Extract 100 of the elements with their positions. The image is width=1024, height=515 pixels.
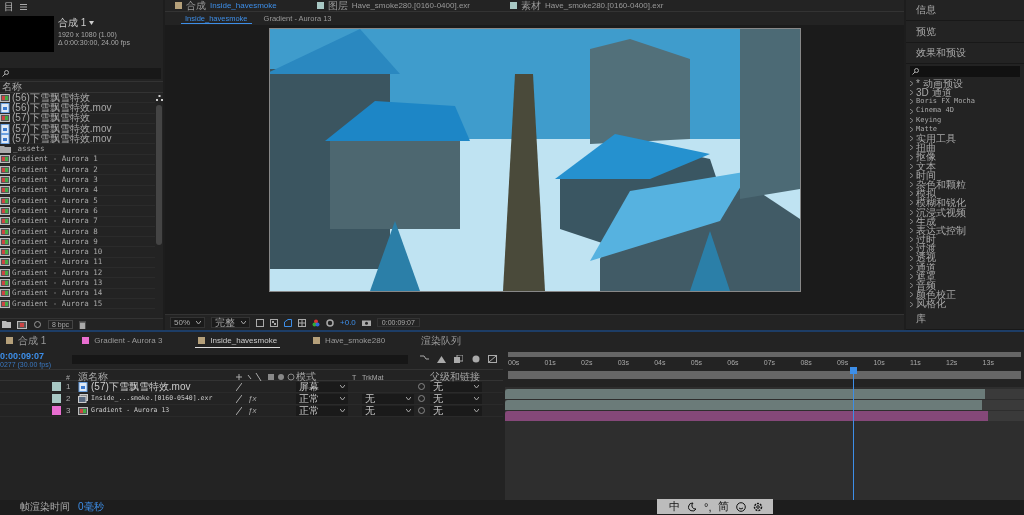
composition-icon xyxy=(0,279,10,287)
composition-icon xyxy=(0,227,10,236)
chevron-icon xyxy=(406,409,411,412)
input-mode-button[interactable]: 中 xyxy=(669,499,680,514)
layer-number: 3 xyxy=(66,406,72,415)
chevron-icon xyxy=(474,397,479,400)
label-color[interactable] xyxy=(52,394,61,403)
timeline-tab[interactable]: Gradient - Aurora 3 xyxy=(79,334,166,347)
parent-dropdown[interactable]: 无 xyxy=(430,393,482,404)
composition-icon xyxy=(0,196,10,205)
project-item[interactable]: (57)下雪飘雪特效.mov xyxy=(0,134,155,145)
project-item[interactable]: (57)下雪飘雪特效 xyxy=(0,113,155,124)
label-color[interactable] xyxy=(52,406,61,415)
project-item[interactable]: (56)下雪飘雪特效.mov xyxy=(0,103,155,114)
track-matte-dropdown[interactable]: 无 xyxy=(362,393,414,404)
column-header[interactable]: 名称 xyxy=(2,80,22,94)
script-button[interactable]: 简 xyxy=(718,499,730,514)
effect-category[interactable]: 音频 xyxy=(910,281,1024,291)
effect-category[interactable]: 模糊和锐化 xyxy=(910,198,1024,208)
timeline-tab[interactable]: Have_smoke280 xyxy=(310,334,389,347)
layer-name[interactable]: (57)下雪飘雪特效.mov xyxy=(78,381,236,392)
search-field[interactable] xyxy=(0,68,161,79)
file-icon xyxy=(78,381,88,392)
composition-icon xyxy=(0,206,10,215)
chevron-icon xyxy=(340,385,345,388)
viewer-tab[interactable]: 图层 Have_smoke280.[0160-0400].exr xyxy=(316,0,470,13)
composition-icon xyxy=(0,237,10,246)
panel-title: 目 xyxy=(4,0,14,14)
effect-category[interactable]: 实用工具 xyxy=(910,134,1024,144)
layer-bar[interactable] xyxy=(505,389,986,399)
viewer-tab[interactable]: 合成 Inside_havesmoke xyxy=(175,0,277,13)
resolution-dropdown[interactable]: 完整 xyxy=(211,317,250,328)
effect-category[interactable]: 风格化 xyxy=(910,299,1024,309)
trash-icon xyxy=(79,320,87,329)
composition-icon xyxy=(0,186,10,195)
mode-dropdown[interactable]: 正常 xyxy=(296,393,348,404)
panel-title[interactable]: 预览 xyxy=(916,24,936,39)
panel-title[interactable]: 信息 xyxy=(916,3,936,18)
composition-thumbnail xyxy=(0,16,54,52)
effect-category[interactable]: 生成 xyxy=(910,216,1024,226)
status-value: 0毫秒 xyxy=(78,499,104,514)
composition-icon xyxy=(0,289,10,298)
effect-category[interactable]: 通道 xyxy=(910,262,1024,272)
chevron-icon xyxy=(241,321,246,324)
effect-category[interactable]: 抠像 xyxy=(910,152,1024,162)
scrollbar[interactable] xyxy=(156,105,162,245)
effect-category[interactable]: 3D 通道 xyxy=(910,88,1024,98)
column-header: 模式 xyxy=(296,370,316,382)
effect-category[interactable]: 时间 xyxy=(910,170,1024,180)
zoom-dropdown[interactable]: 50% xyxy=(170,317,205,328)
mode-dropdown[interactable]: 屏幕 xyxy=(296,381,348,392)
search-icon xyxy=(912,68,919,76)
switches-icon xyxy=(236,373,296,381)
flowchart-icon xyxy=(155,95,163,101)
column-header: 源名称 xyxy=(78,370,108,383)
effect-category[interactable]: 过渡 xyxy=(910,244,1024,254)
composition-icon xyxy=(0,176,10,184)
effect-category[interactable]: * 动画预设 xyxy=(910,78,1024,89)
effect-category[interactable]: 透视 xyxy=(910,253,1024,263)
effect-category[interactable]: 沉浸式视频 xyxy=(910,207,1024,217)
panel-title[interactable]: 效果和预设 xyxy=(916,46,966,60)
chevron-icon xyxy=(474,409,479,412)
composition-icon xyxy=(78,406,88,415)
column-header: 父级和链接 xyxy=(430,370,481,382)
parent-dropdown[interactable]: 无 xyxy=(430,405,482,416)
effect-category[interactable]: 杂色和颗粒 xyxy=(910,179,1024,190)
effect-category[interactable]: 表达式控制 xyxy=(910,225,1024,236)
track-matte-dropdown[interactable]: 无 xyxy=(362,405,414,416)
chevron-icon xyxy=(406,397,411,400)
layer-number: 1 xyxy=(66,382,72,391)
work-area-bar[interactable] xyxy=(508,352,1021,357)
effect-category[interactable]: 文本 xyxy=(910,161,1024,171)
mode-dropdown[interactable]: 正常 xyxy=(296,405,348,416)
viewer-tab[interactable]: 素材 Have_smoke280.[0160-0400].exr xyxy=(510,0,664,13)
checkerboard-icon xyxy=(270,318,278,327)
effect-category[interactable]: 遮罩 xyxy=(910,271,1024,282)
timeline-tab[interactable]: 合成 1 xyxy=(3,331,50,350)
chevron-icon xyxy=(196,321,201,324)
effect-category[interactable]: 扭曲 xyxy=(910,143,1024,153)
current-time[interactable]: 0:00:09:07 xyxy=(0,350,66,361)
punctuation-button[interactable]: °, xyxy=(704,500,712,513)
search-field[interactable] xyxy=(910,66,1020,77)
composition-icon xyxy=(0,165,10,174)
effect-category[interactable]: 过时 xyxy=(910,235,1024,245)
layer-bar[interactable] xyxy=(505,411,988,421)
new-composition-icon xyxy=(17,320,27,329)
timeline-tab[interactable]: 渲染队列 xyxy=(418,331,465,350)
layer-number: 2 xyxy=(66,394,72,403)
exposure-value[interactable]: +0.0 xyxy=(340,318,356,327)
region-icon xyxy=(256,318,264,327)
parent-dropdown[interactable]: 无 xyxy=(430,381,482,392)
effect-category[interactable]: 模拟 xyxy=(910,189,1024,199)
panel-title[interactable]: 库 xyxy=(916,311,926,326)
settings-icon xyxy=(753,501,764,512)
image-sequence-icon xyxy=(78,394,88,403)
effect-category[interactable]: 颜色校正 xyxy=(910,290,1024,300)
label-color[interactable] xyxy=(52,382,61,391)
timeline-tab[interactable]: Inside_havesmoke xyxy=(195,333,281,348)
layer-bar[interactable] xyxy=(505,400,983,410)
composition-icon xyxy=(0,268,10,277)
